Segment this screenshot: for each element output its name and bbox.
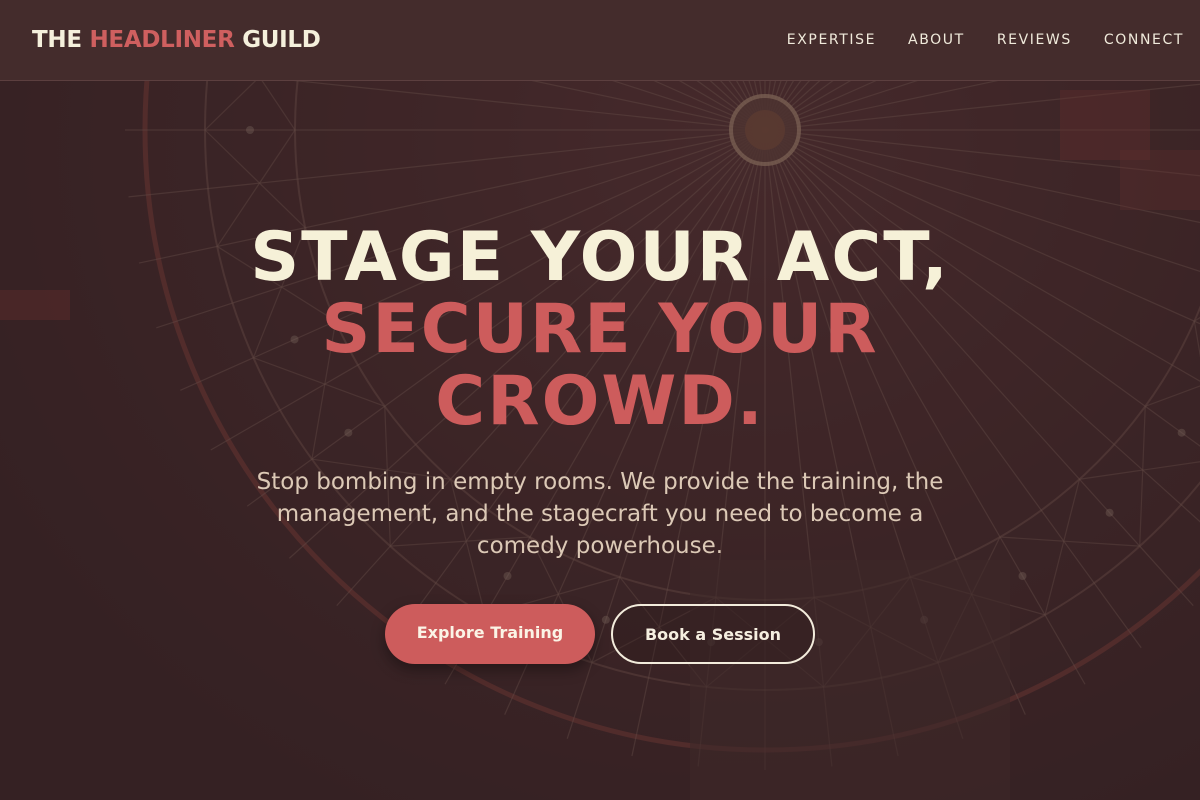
book-session-button[interactable]: Book a Session xyxy=(611,604,815,664)
nav-link-about[interactable]: ABOUT xyxy=(908,32,965,48)
hero-section: STAGE YOUR ACT, SECURE YOUR CROWD. Stop … xyxy=(0,81,1200,800)
nav-link-expertise[interactable]: EXPERTISE xyxy=(787,32,876,48)
nav-link-reviews[interactable]: REVIEWS xyxy=(997,32,1072,48)
headline-line-1: STAGE YOUR ACT, xyxy=(250,218,950,297)
explore-training-button[interactable]: Explore Training xyxy=(385,604,595,664)
logo-text-start: THE xyxy=(32,27,90,53)
main-nav: EXPERTISE ABOUT REVIEWS CONNECT xyxy=(787,32,1184,48)
nav-link-connect[interactable]: CONNECT xyxy=(1104,32,1184,48)
logo-text-accent: HEADLINER xyxy=(89,27,235,53)
headline-line-2: SECURE YOUR CROWD. xyxy=(321,290,879,441)
site-logo[interactable]: THE HEADLINER GUILD xyxy=(32,27,321,53)
logo-text-end: GUILD xyxy=(234,27,321,53)
hero-headline: STAGE YOUR ACT, SECURE YOUR CROWD. xyxy=(250,222,950,438)
hero-subtitle: Stop bombing in empty rooms. We provide … xyxy=(256,469,944,559)
hero-cta-group: Explore Training Book a Session xyxy=(385,604,815,664)
site-header: THE HEADLINER GUILD EXPERTISE ABOUT REVI… xyxy=(0,0,1200,81)
